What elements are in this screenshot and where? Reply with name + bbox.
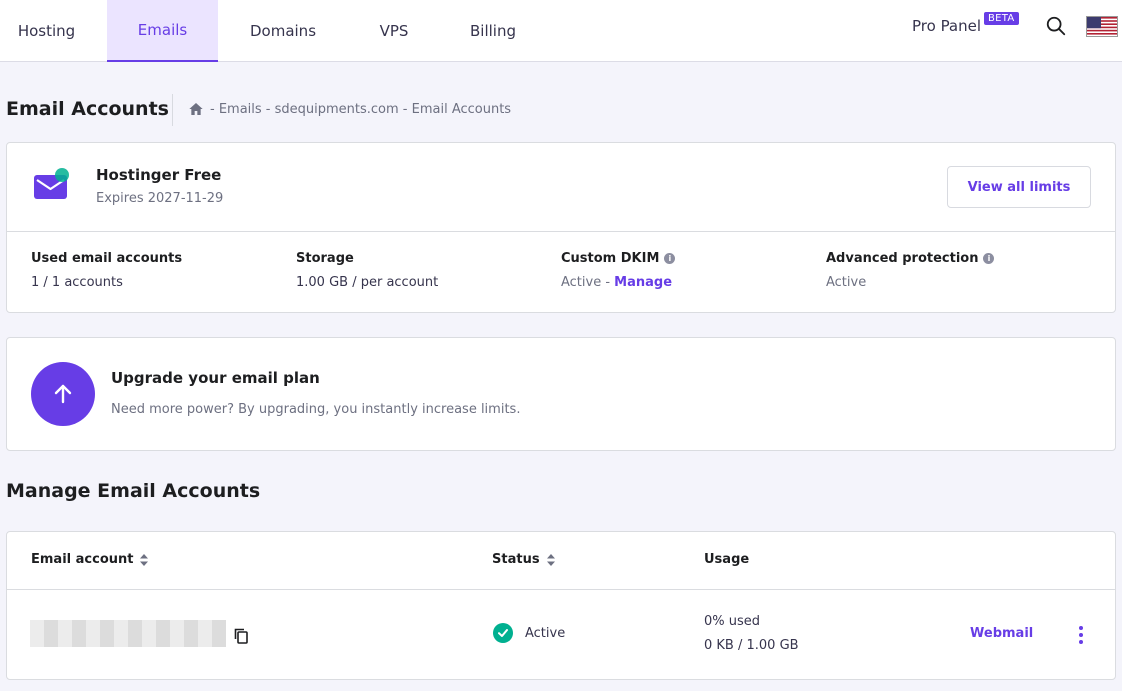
column-email-account[interactable]: Email account <box>31 552 149 567</box>
email-plan-icon <box>34 168 69 199</box>
copy-icon[interactable] <box>234 628 248 644</box>
status-text: Active <box>525 625 566 641</box>
tab-hosting[interactable]: Hosting <box>0 0 93 62</box>
column-status[interactable]: Status <box>492 552 555 567</box>
usage-percent: 0% used <box>704 614 761 629</box>
column-label: Status <box>492 552 540 567</box>
usage-amount: 0 KB / 1.00 GB <box>704 638 799 653</box>
stat-value: 1.00 GB / per account <box>296 275 439 290</box>
upgrade-card[interactable]: Upgrade your email plan Need more power?… <box>6 337 1116 451</box>
stat-custom-dkim: Custom DKIM i Active - Manage <box>561 251 676 290</box>
tab-domains[interactable]: Domains <box>233 0 333 62</box>
stat-value: Active <box>826 275 867 290</box>
upgrade-title: Upgrade your email plan <box>111 369 320 387</box>
plan-expiry: Expires 2027-11-29 <box>96 191 224 206</box>
stat-label: Used email accounts <box>31 251 183 266</box>
stat-label: Advanced protection i <box>826 251 995 266</box>
header-divider <box>172 94 173 126</box>
tab-emails[interactable]: Emails <box>107 0 218 62</box>
manage-dkim-link[interactable]: Manage <box>614 275 672 290</box>
home-icon[interactable] <box>188 101 204 117</box>
arrow-up-icon <box>54 384 72 404</box>
column-usage: Usage <box>704 552 749 567</box>
stat-label: Custom DKIM i <box>561 251 676 266</box>
check-circle-icon <box>493 623 513 643</box>
view-all-limits-button[interactable]: View all limits <box>947 166 1091 208</box>
stat-label: Storage <box>296 251 354 266</box>
accounts-table: Email account Status Usage Active 0% use… <box>6 531 1116 680</box>
stat-advanced-protection: Advanced protection i Active <box>826 251 995 290</box>
top-nav: Hosting Emails Domains VPS Billing Pro P… <box>0 0 1122 62</box>
stat-storage: Storage 1.00 GB / per account <box>296 251 438 290</box>
stat-label-text: Advanced protection <box>826 251 979 266</box>
plan-name: Hostinger Free <box>96 166 222 184</box>
upgrade-circle <box>31 362 95 426</box>
beta-badge: BETA <box>984 12 1019 25</box>
stat-label-text: Custom DKIM <box>561 251 660 266</box>
tab-vps[interactable]: VPS <box>358 0 430 62</box>
sort-icon[interactable] <box>140 553 149 566</box>
breadcrumb-path[interactable]: - Emails - sdequipments.com - Email Acco… <box>210 102 511 117</box>
section-title: Manage Email Accounts <box>6 480 261 502</box>
upgrade-description: Need more power? By upgrading, you insta… <box>111 402 521 417</box>
card-divider <box>7 231 1115 232</box>
column-label: Usage <box>704 552 750 567</box>
column-label: Email account <box>31 552 134 567</box>
breadcrumb: - Emails - sdequipments.com - Email Acco… <box>188 101 511 117</box>
stat-value: 1 / 1 accounts <box>31 275 123 290</box>
info-icon[interactable]: i <box>664 253 676 264</box>
plan-card: Hostinger Free Expires 2027-11-29 View a… <box>6 142 1116 313</box>
status-badge: Active <box>493 623 565 643</box>
stat-used-accounts: Used email accounts 1 / 1 accounts <box>31 251 182 290</box>
redacted-email-address <box>30 620 226 647</box>
webmail-link[interactable]: Webmail <box>970 626 1033 641</box>
table-header-divider <box>7 589 1115 590</box>
dkim-status: Active - <box>561 275 615 290</box>
search-icon[interactable] <box>1045 15 1067 37</box>
tab-billing[interactable]: Billing <box>455 0 531 62</box>
page-title: Email Accounts <box>6 98 169 120</box>
info-icon[interactable]: i <box>983 253 995 264</box>
stat-value: Active - Manage <box>561 275 675 290</box>
pro-panel-link[interactable]: Pro Panel <box>912 17 981 35</box>
more-options-icon[interactable] <box>1073 624 1089 646</box>
us-flag-icon[interactable] <box>1086 16 1118 37</box>
sort-icon[interactable] <box>546 553 555 566</box>
